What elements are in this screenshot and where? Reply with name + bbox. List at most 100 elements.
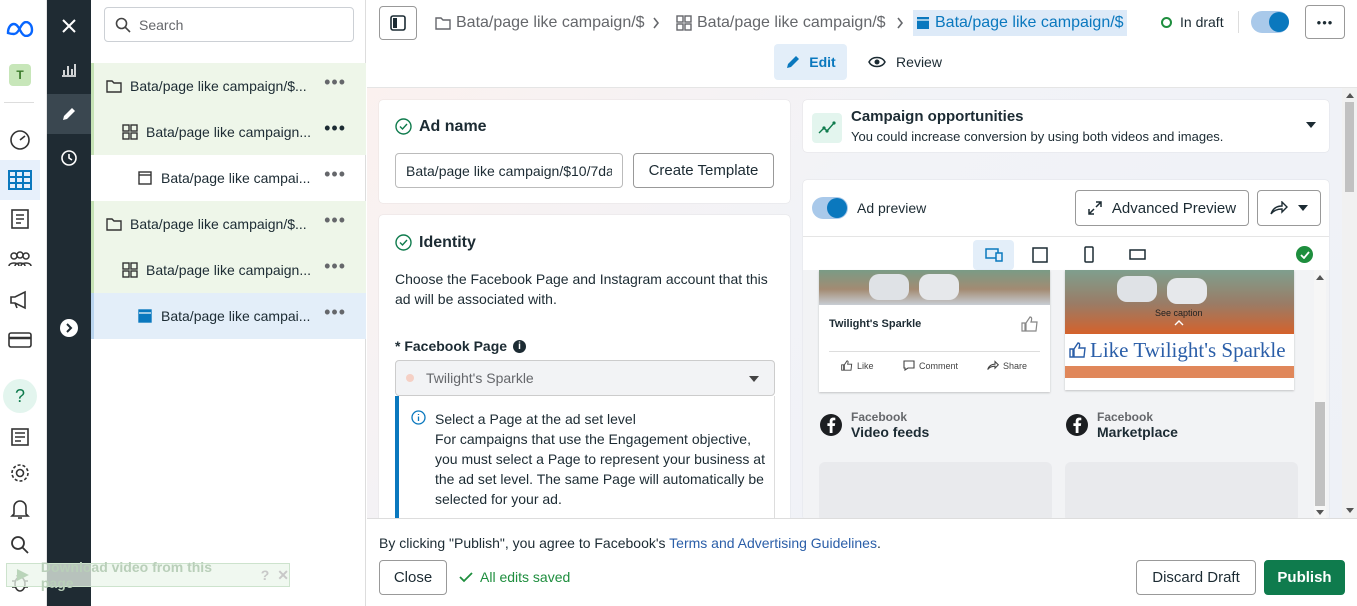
info-banner-title: Select a Page at the ad set level: [435, 411, 636, 427]
audiences-icon[interactable]: [0, 239, 40, 279]
tree-row-label: Bata/page like campaign...: [146, 124, 311, 140]
thumbs-up-icon[interactable]: [1021, 316, 1039, 332]
close-button[interactable]: Close: [379, 560, 447, 595]
breadcrumb-campaign[interactable]: Bata/page like campaign/$: [435, 10, 645, 36]
feed-preview-card[interactable]: Twilight's Sparkle Like Comment Share: [819, 270, 1050, 392]
device-all-button[interactable]: [973, 240, 1014, 270]
advanced-preview-button[interactable]: Advanced Preview: [1075, 190, 1249, 226]
folder-icon: [106, 218, 122, 231]
opportunities-subtitle: You could increase conversion by using b…: [851, 129, 1224, 144]
tree-row-campaign[interactable]: Bata/page like campaign/$... •••: [91, 63, 366, 109]
reporting-bar-chart-icon[interactable]: [47, 50, 91, 90]
share-preview-button[interactable]: [1257, 190, 1321, 226]
help-button[interactable]: ?: [0, 376, 40, 416]
square-format-icon[interactable]: [1032, 247, 1048, 263]
more-options-icon[interactable]: •••: [324, 257, 346, 275]
more-options-icon[interactable]: •••: [324, 119, 346, 137]
adset-grid-icon: [122, 262, 138, 278]
edit-pencil-icon[interactable]: [47, 94, 91, 134]
like-page-cta[interactable]: Like Twilight's Sparkle: [1065, 334, 1294, 366]
tab-review[interactable]: Review: [865, 44, 945, 80]
catalog-icon[interactable]: [0, 199, 40, 239]
settings-gear-icon[interactable]: [0, 453, 40, 493]
mobile-format-icon[interactable]: [1084, 246, 1094, 263]
more-options-icon[interactable]: •••: [324, 165, 346, 183]
tree-row-ad-selected[interactable]: Bata/page like campai... •••: [91, 293, 366, 339]
news-icon[interactable]: [0, 417, 40, 457]
tree-row-label: Bata/page like campai...: [161, 170, 311, 186]
info-icon[interactable]: i: [513, 339, 527, 353]
search-icon[interactable]: [0, 525, 40, 565]
facebook-page-select[interactable]: Twilight's Sparkle: [395, 360, 775, 396]
like-action[interactable]: Like: [841, 360, 874, 371]
close-icon[interactable]: [47, 6, 91, 46]
placement-name: Marketplace: [1097, 424, 1178, 440]
more-options-button[interactable]: •••: [1305, 5, 1345, 39]
megaphone-icon[interactable]: [0, 280, 40, 320]
campaign-opportunities-card[interactable]: Campaign opportunities You could increas…: [803, 100, 1329, 152]
facebook-icon: [820, 414, 842, 436]
placement-video-feeds[interactable]: Facebook Video feeds: [819, 410, 929, 440]
dashboard-icon[interactable]: [0, 120, 40, 160]
publish-button[interactable]: Publish: [1264, 560, 1345, 595]
notifications-bell-icon[interactable]: [0, 489, 40, 529]
preview-scrollbar[interactable]: [1314, 270, 1326, 518]
terms-link[interactable]: Terms and Advertising Guidelines: [669, 535, 877, 551]
info-circle-icon: [411, 410, 426, 425]
tree-row-label: Bata/page like campaign/$...: [130, 78, 307, 94]
toggle-panel-button[interactable]: [379, 6, 417, 40]
tree-row-adset[interactable]: Bata/page like campaign... •••: [91, 247, 366, 293]
tab-edit[interactable]: Edit: [774, 44, 847, 80]
expand-chevron-icon[interactable]: [47, 308, 91, 348]
draft-status-icon: [1161, 16, 1172, 28]
story-preview-card[interactable]: See caption Like Twilight's Sparkle: [1065, 270, 1294, 390]
ad-status-toggle[interactable]: [1251, 11, 1289, 33]
help-icon[interactable]: ?: [261, 567, 270, 583]
ad-icon: [917, 17, 929, 29]
download-video-extension-bar[interactable]: Download video from this page ? ✕: [6, 559, 290, 591]
account-avatar[interactable]: T: [0, 55, 40, 95]
meta-logo-icon[interactable]: [0, 9, 40, 49]
landscape-format-icon[interactable]: [1129, 249, 1146, 260]
breadcrumb-ad[interactable]: Bata/page like campaign/$: [913, 10, 1127, 36]
search-field[interactable]: [104, 7, 354, 42]
search-input[interactable]: [139, 16, 339, 33]
close-icon[interactable]: ✕: [277, 567, 289, 584]
more-options-icon[interactable]: •••: [324, 211, 346, 229]
divider: [1238, 11, 1239, 33]
facebook-page-value: Twilight's Sparkle: [426, 370, 534, 386]
placement-marketplace[interactable]: Facebook Marketplace: [1065, 410, 1178, 440]
save-status: All edits saved: [459, 569, 570, 585]
adset-grid-icon: [122, 124, 138, 140]
placement-name: Video feeds: [851, 424, 930, 440]
see-caption[interactable]: See caption: [1155, 308, 1203, 318]
create-template-button[interactable]: Create Template: [633, 153, 774, 188]
thumbs-up-icon: [841, 360, 853, 371]
more-options-icon[interactable]: •••: [324, 303, 346, 321]
placement-thumbnail: [819, 462, 1052, 518]
tree-row-adset[interactable]: Bata/page like campaign... •••: [91, 109, 366, 155]
preview-footer-strip: [1065, 366, 1294, 378]
billing-icon[interactable]: [0, 320, 40, 360]
more-options-icon[interactable]: •••: [324, 73, 346, 91]
ads-manager-icon[interactable]: [0, 160, 40, 200]
tree-row-ad[interactable]: Bata/page like campai... •••: [91, 155, 366, 201]
tree-row-campaign[interactable]: Bata/page like campaign/$... •••: [91, 201, 366, 247]
share-action[interactable]: Share: [987, 360, 1027, 371]
facebook-icon: [1066, 414, 1088, 436]
editor-main-area: Ad name Create Template Identity Choose …: [367, 88, 1357, 518]
chevron-down-icon[interactable]: [1305, 121, 1317, 129]
chevron-up-icon: [1174, 320, 1184, 326]
history-clock-icon[interactable]: [47, 138, 91, 178]
ad-icon: [138, 171, 152, 185]
identity-card: Identity Choose the Facebook Page and In…: [379, 215, 790, 518]
breadcrumb-adset[interactable]: Bata/page like campaign/$: [676, 10, 886, 36]
multi-device-icon: [984, 248, 1003, 262]
ad-preview-toggle[interactable]: [812, 197, 848, 219]
discard-draft-button[interactable]: Discard Draft: [1136, 560, 1256, 595]
comment-action[interactable]: Comment: [903, 360, 958, 371]
main-scrollbar[interactable]: [1342, 88, 1357, 518]
ad-name-input[interactable]: [395, 153, 623, 188]
expand-icon: [1088, 201, 1102, 215]
check-circle-icon: [1296, 246, 1313, 263]
